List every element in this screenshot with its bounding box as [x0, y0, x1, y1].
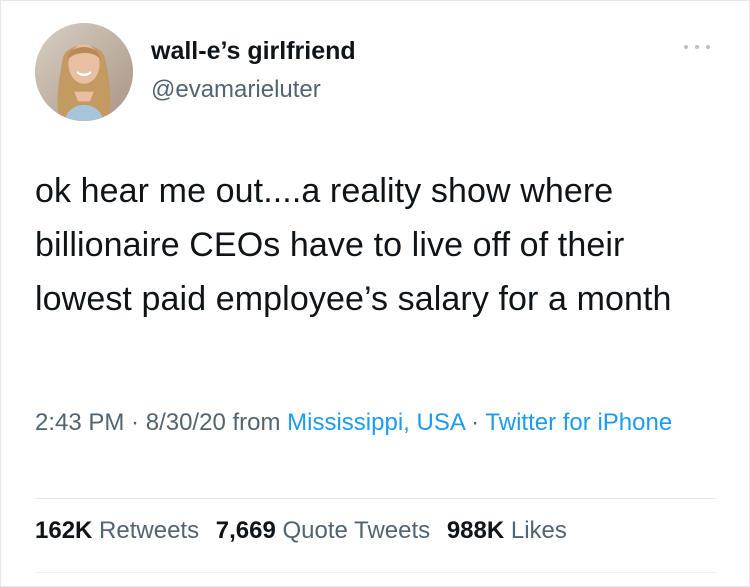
more-dot [706, 45, 710, 49]
retweets-stat[interactable]: 162K Retweets [35, 517, 199, 544]
retweets-label: Retweets [99, 517, 200, 544]
user-handle[interactable]: @evamarieluter [151, 76, 321, 104]
tweet-stats: 162K Retweets 7,669 Quote Tweets 988K Li… [35, 517, 567, 545]
quote-tweets-count: 7,669 [215, 517, 276, 544]
more-dot [684, 45, 688, 49]
tweet-meta: 2:43 PM · 8/30/20 from Mississippi, USA … [35, 404, 725, 442]
likes-stat[interactable]: 988K Likes [447, 517, 567, 544]
retweets-count: 162K [35, 517, 93, 544]
tweet-date[interactable]: 8/30/20 [146, 409, 226, 436]
divider [35, 572, 716, 573]
quote-tweets-label: Quote Tweets [282, 517, 431, 544]
likes-count: 988K [446, 517, 505, 544]
likes-label: Likes [510, 517, 567, 544]
display-name[interactable]: wall-e’s girlfriend [151, 37, 356, 66]
from-label: from [225, 409, 288, 436]
more-horizontal-icon[interactable] [684, 41, 710, 53]
tweet-card: wall-e’s girlfriend @evamarieluter ok he… [0, 0, 750, 587]
quote-tweets-stat[interactable]: 7,669 Quote Tweets [216, 517, 430, 544]
meta-separator: · [464, 409, 486, 436]
tweet-text: ok hear me out....a reality show where b… [35, 172, 672, 318]
profile-photo [35, 23, 133, 121]
avatar[interactable] [35, 23, 133, 121]
source-link[interactable]: Twitter for iPhone [485, 409, 672, 436]
tweet-time[interactable]: 2:43 PM [35, 409, 124, 436]
meta-separator: · [124, 409, 146, 436]
divider [35, 498, 716, 499]
more-dot [695, 45, 699, 49]
location-link[interactable]: Mississippi, USA [287, 409, 464, 436]
